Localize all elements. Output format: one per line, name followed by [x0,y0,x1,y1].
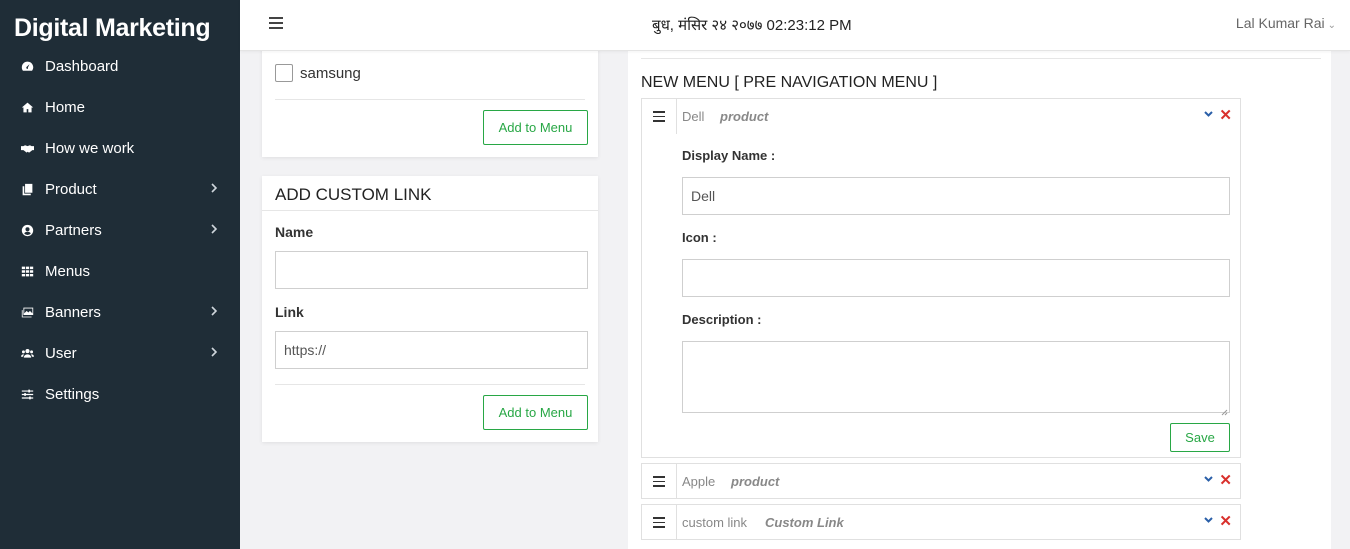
chevron-down-icon[interactable] [1202,472,1214,486]
chevron-down-icon[interactable] [1202,107,1214,121]
product-selection-card: samsung Add to Menu [262,40,598,157]
sidebar-item-user[interactable]: User [0,333,240,374]
name-input[interactable] [275,251,588,289]
sidebar-item-label: Banners [45,304,101,321]
menu-structure-panel: NEW MENU [ PRE NAVIGATION MENU ] Dell pr… [628,40,1331,549]
hamburger-menu-icon[interactable] [269,17,283,29]
dashboard-icon [19,59,35,75]
copy-icon [19,182,35,198]
display-name-input[interactable]: Dell [682,177,1230,215]
sidebar-item-banners[interactable]: Banners [0,292,240,333]
drag-handle-icon[interactable] [642,464,677,499]
card-title: ADD CUSTOM LINK [275,185,432,204]
resize-handle-icon[interactable] [1220,403,1228,416]
product-checkbox-row[interactable]: samsung [275,64,361,82]
user-circle-icon [19,223,35,239]
display-name-label: Display Name : [682,148,776,163]
sidebar-item-label: Dashboard [45,58,119,75]
sidebar-item-label: Menus [45,263,91,280]
description-textarea[interactable] [682,341,1230,416]
remove-icon[interactable]: ✕ [1219,512,1232,530]
icon-label: Icon : [682,230,717,245]
link-input[interactable]: https:// [275,331,588,369]
sidebar-item-label: How we work [45,140,135,157]
chevron-right-icon [210,346,218,360]
add-custom-link-to-menu-button[interactable]: Add to Menu [483,395,588,430]
divider [275,99,585,100]
sidebar-item-product[interactable]: Product [0,169,240,210]
users-icon [19,346,35,362]
product-checkbox[interactable] [275,64,293,82]
menu-item-apple: Apple product ✕ [641,463,1241,499]
sidebar-item-settings[interactable]: Settings [0,374,240,415]
sliders-icon [19,387,35,403]
divider [262,210,598,211]
sidebar: Digital Marketing Dashboard Home How we … [0,0,240,549]
icon-input[interactable] [682,259,1230,297]
sidebar-item-label: Home [45,99,86,116]
divider [641,58,1321,59]
sidebar-item-partners[interactable]: Partners [0,210,240,251]
chevron-down-icon[interactable] [1202,513,1214,527]
product-checkbox-label: samsung [300,64,361,82]
handshake-icon [19,141,35,157]
sidebar-nav: Dashboard Home How we work Product Partn… [0,46,240,415]
sidebar-item-menus[interactable]: Menus [0,251,240,292]
sidebar-item-label: Partners [45,222,102,239]
menu-item-type: Custom Link [765,515,844,530]
menu-item-name: Apple [682,474,716,489]
divider [275,384,585,385]
user-name: Lal Kumar Rai [1235,15,1325,31]
chevron-right-icon [210,223,218,237]
images-icon [19,305,35,321]
menu-title: NEW MENU [ PRE NAVIGATION MENU ] [641,74,938,91]
home-icon [19,100,35,116]
top-bar: बुध, मंसिर २४ २०७७ 02:23:12 PM Lal Kumar… [240,0,1350,51]
menu-item-dell: Dell product ✕ Display Name : Dell Icon … [641,98,1241,458]
drag-handle-icon[interactable] [642,99,677,134]
nepali-datetime: बुध, मंसिर २४ २०७७ 02:23:12 PM [652,17,852,34]
link-label: Link [275,304,304,320]
sidebar-item-label: Product [45,181,97,198]
drag-handle-icon[interactable] [642,505,677,540]
save-button[interactable]: Save [1170,423,1230,452]
chevron-down-icon: ⌄ [1327,20,1336,31]
add-custom-link-card: ADD CUSTOM LINK Name Link https:// Add t… [262,176,598,442]
sidebar-item-home[interactable]: Home [0,87,240,128]
name-label: Name [275,224,314,240]
sidebar-item-label: Settings [45,386,100,403]
sidebar-item-label: User [45,345,77,362]
remove-icon[interactable]: ✕ [1219,471,1232,489]
sidebar-item-how-we-work[interactable]: How we work [0,128,240,169]
grid-icon [19,264,35,280]
menu-item-type: product [720,109,769,124]
menu-item-name: Dell [682,109,705,124]
chevron-right-icon [210,305,218,319]
chevron-right-icon [210,182,218,196]
menu-item-custom-link: custom link Custom Link ✕ [641,504,1241,540]
add-products-to-menu-button[interactable]: Add to Menu [483,110,588,145]
menu-item-type: product [731,474,780,489]
description-label: Description : [682,312,762,327]
sidebar-item-dashboard[interactable]: Dashboard [0,46,240,87]
brand-title[interactable]: Digital Marketing [14,14,211,43]
menu-item-name: custom link [682,515,748,530]
user-menu[interactable]: Lal Kumar Rai ⌄ [1236,15,1336,31]
remove-icon[interactable]: ✕ [1219,106,1232,124]
